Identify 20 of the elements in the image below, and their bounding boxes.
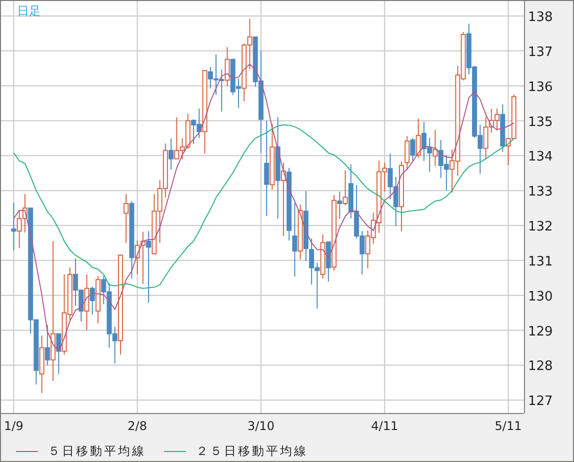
period-label: 日足 bbox=[17, 4, 41, 18]
x-axis-label: 4/11 bbox=[371, 419, 398, 433]
legend-label: ５日移動平均線 bbox=[48, 442, 146, 460]
y-axis-label: 127 bbox=[528, 394, 553, 410]
y-axis-label: 128 bbox=[528, 359, 553, 374]
legend-label: ２５日移動平均線 bbox=[196, 442, 308, 460]
y-axis-label: 137 bbox=[528, 44, 553, 60]
y-axis-label: 132 bbox=[528, 220, 553, 234]
y-axis-label: 131 bbox=[528, 254, 553, 270]
y-axis-label: 136 bbox=[528, 80, 553, 95]
x-axis-label: 5/11 bbox=[494, 419, 522, 433]
x-axis-label: 1/9 bbox=[4, 419, 24, 433]
y-axis-label: 134 bbox=[528, 150, 553, 165]
x-axis-label: 2/8 bbox=[128, 419, 147, 433]
y-axis-label: 135 bbox=[528, 114, 553, 130]
y-axis-label: 133 bbox=[528, 184, 553, 200]
y-axis-label: 138 bbox=[528, 10, 553, 26]
y-axis-label: 129 bbox=[528, 324, 553, 340]
x-axis-label: 3/10 bbox=[248, 419, 274, 433]
y-axis-label: 130 bbox=[528, 289, 553, 304]
